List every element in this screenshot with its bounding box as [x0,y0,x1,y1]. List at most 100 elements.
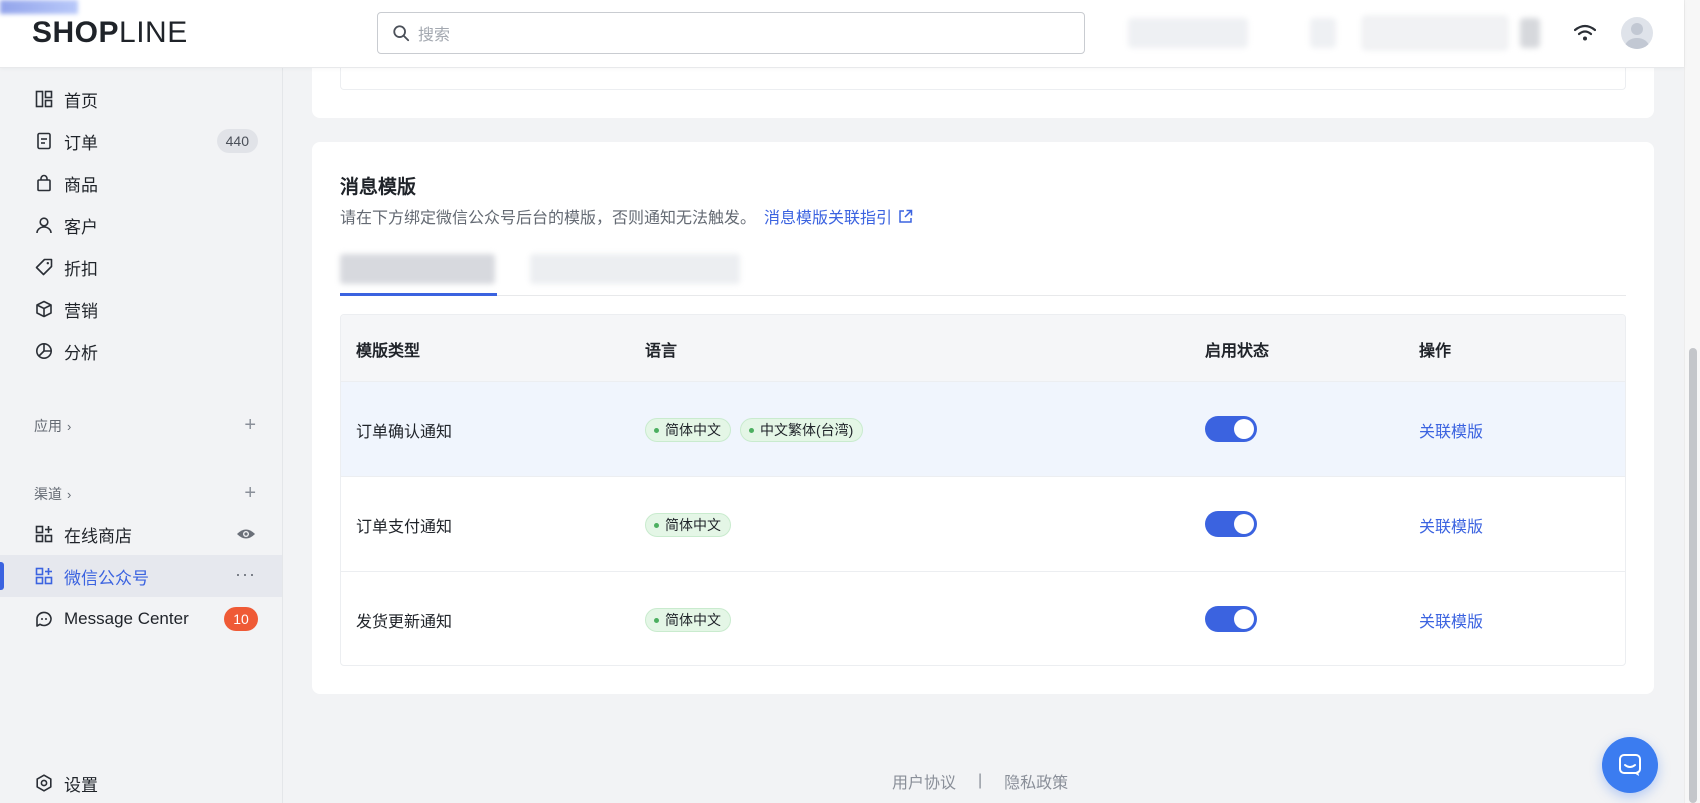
chat-bubble-icon [1617,752,1643,778]
section-description: 请在下方绑定微信公众号后台的模版，否则通知无法触发。 消息模版关联指引 [340,204,913,228]
chart-pie-icon [34,341,54,361]
enable-toggle[interactable] [1205,511,1257,537]
bag-icon [34,173,54,193]
sidebar-item-label: 设置 [64,775,98,795]
sidebar-item-customers[interactable]: 客户 [0,204,282,246]
link-template-button[interactable]: 关联模版 [1419,418,1483,442]
sidebar-item-discounts[interactable]: 折扣 [0,246,282,288]
template-guide-link[interactable]: 消息模版关联指引 [764,204,913,228]
sidebar-item-label: 折扣 [64,259,98,279]
message-template-card: 消息模版 请在下方绑定微信公众号后台的模版，否则通知无法触发。 消息模版关联指引… [312,142,1654,694]
sidebar-item-online-store[interactable]: 在线商店 [0,513,282,555]
order-icon [34,131,54,151]
apps-section-toggle[interactable]: 应用 › [34,416,71,436]
wifi-icon[interactable] [1569,17,1601,49]
search-input[interactable]: 搜索 [377,12,1085,54]
sidebar-item-marketing[interactable]: 营销 [0,288,282,330]
sidebar: 首页 订单 440 商品 客户 折扣 营销 分析 应用 › + 渠道 › + 在… [0,68,283,803]
sidebar-item-label: 分析 [64,343,98,363]
active-tab-indicator [340,293,497,296]
language-tag: 简体中文 [645,608,731,632]
add-channel-button[interactable]: + [244,483,256,503]
sidebar-item-label: 商品 [64,175,98,195]
blurred-indicator [0,0,78,14]
store-switcher[interactable] [1128,18,1248,48]
dashboard-icon [34,89,54,109]
tab-blurred-2[interactable] [530,254,740,284]
link-template-button[interactable]: 关联模版 [1419,608,1483,632]
footer-separator: | [978,772,983,789]
template-type: 发货更新通知 [356,614,453,631]
table-row: 发货更新通知 简体中文 关联模版 [341,571,1625,665]
sidebar-item-wechat[interactable]: 微信公众号 ··· [0,555,282,597]
sidebar-item-label: 营销 [64,301,98,321]
language-tags: 简体中文 [645,608,731,632]
external-link-icon [898,209,913,224]
apps-label: 应用 [34,418,62,434]
eye-icon[interactable] [236,525,256,548]
link-template-button[interactable]: 关联模版 [1419,513,1483,537]
channels-section-toggle[interactable]: 渠道 › [34,484,71,504]
section-title: 消息模版 [340,177,417,198]
sidebar-item-analytics[interactable]: 分析 [0,330,282,372]
order-count-badge: 440 [216,129,258,153]
table-header: 模版类型 语言 启用状态 操作 [341,315,1625,381]
sidebar-item-label: 在线商店 [64,526,132,546]
column-header: 操作 [1419,343,1452,360]
user-icon [34,215,54,235]
message-count-badge: 10 [224,607,258,631]
add-app-button[interactable]: + [244,415,256,435]
chevron-right-icon: › [67,418,72,434]
language-tags: 简体中文 [645,513,731,537]
language-tag: 简体中文 [645,513,731,537]
sidebar-item-label: 首页 [64,91,98,111]
sidebar-item-products[interactable]: 商品 [0,162,282,204]
terms-link[interactable]: 用户协议 [892,769,956,793]
shopline-logo[interactable]: SHOPLINE [32,16,188,50]
tab-blurred-active[interactable] [340,254,495,284]
sidebar-item-orders[interactable]: 订单 440 [0,120,282,162]
column-header: 启用状态 [1205,343,1270,360]
page-scrollbar[interactable] [1684,0,1700,803]
avatar[interactable] [1621,17,1653,49]
sidebar-item-home[interactable]: 首页 [0,78,282,120]
privacy-link[interactable]: 隐私政策 [1004,769,1068,793]
description-text: 请在下方绑定微信公众号后台的模版，否则通知无法触发。 [340,210,757,227]
column-header: 语言 [645,343,678,360]
enable-toggle[interactable] [1205,416,1257,442]
more-icon[interactable]: ··· [235,564,256,585]
column-header: 模版类型 [356,343,421,360]
table-row: 订单支付通知 简体中文 关联模版 [341,476,1625,571]
language-tags: 简体中文 中文繁体(台湾) [645,418,864,442]
language-tag: 简体中文 [645,418,731,442]
header-blurred-icon-2[interactable] [1520,18,1540,48]
language-tag: 中文繁体(台湾) [740,418,864,442]
top-header: SHOPLINE 搜索 [0,0,1684,68]
search-placeholder: 搜索 [418,27,451,44]
enable-toggle[interactable] [1205,606,1257,632]
template-table: 模版类型 语言 启用状态 操作 订单确认通知 简体中文 中文繁体(台湾) 关联模… [340,314,1626,666]
sidebar-item-label: 客户 [64,217,98,237]
store-icon [34,566,54,586]
footer-links: 用户协议 | 隐私政策 [892,769,1068,793]
sidebar-item-message-center[interactable]: Message Center 10 [0,598,282,640]
header-blurred-icon[interactable] [1310,18,1336,48]
template-type: 订单支付通知 [356,519,453,536]
sidebar-item-label: 订单 [64,133,98,153]
template-tabs [340,242,1626,296]
channels-label: 渠道 [34,486,62,502]
table-row: 订单确认通知 简体中文 中文繁体(台湾) 关联模版 [341,381,1625,476]
sidebar-item-label: 微信公众号 [64,568,149,588]
cube-icon [34,299,54,319]
chevron-right-icon: › [67,486,72,502]
scrollbar-thumb[interactable] [1689,348,1697,803]
header-blurred-button[interactable] [1362,16,1508,50]
search-icon [393,25,410,42]
chat-icon [34,609,54,629]
gear-icon [34,773,54,793]
sidebar-item-settings[interactable]: 设置 [0,762,282,803]
tag-icon [34,257,54,277]
support-chat-button[interactable] [1602,737,1658,793]
store-icon [34,524,54,544]
guide-link-label: 消息模版关联指引 [764,210,893,227]
